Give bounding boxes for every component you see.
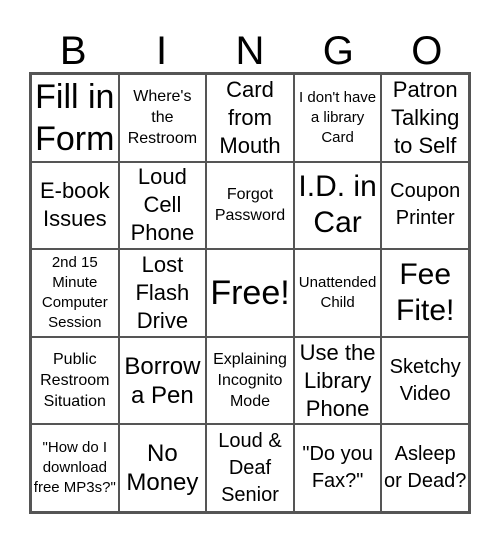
bingo-cell[interactable]: Where's the Restroom [118,74,207,162]
bingo-cell[interactable]: Fee Fite! [381,249,469,337]
bingo-cell[interactable]: "How do I download free MP3s?" [31,424,119,512]
bingo-cell[interactable]: Explaining Incognito Mode [206,336,294,425]
header-letter-n: N [235,29,265,73]
bingo-cell[interactable]: Borrow a Pen [118,336,207,425]
header-letter-b: B [59,29,87,73]
bingo-cell[interactable]: Sketchy Video [381,336,469,425]
header-letter-i: I [156,29,168,73]
bingo-card-grid: Fill in Form Where's the Restroom Card f… [29,72,471,514]
bingo-cell[interactable]: I.D. in Car [293,161,382,250]
bingo-cell[interactable]: Asleep or Dead? [381,424,469,512]
bingo-cell[interactable]: No Money [118,424,207,512]
bingo-cell[interactable]: Loud Cell Phone [118,161,207,250]
bingo-cell[interactable]: Use the Library Phone [293,336,382,425]
header-letter-o: O [411,29,443,73]
bingo-cell[interactable]: I don't have a library Card [293,74,382,162]
bingo-cell[interactable]: Fill in Form [31,74,119,162]
bingo-cell[interactable]: Public Restroom Situation [31,336,119,425]
bingo-cell[interactable]: 2nd 15 Minute Computer Session [31,249,119,337]
bingo-cell[interactable]: Unattended Child [293,249,382,337]
bingo-cell[interactable]: Coupon Printer [381,161,469,250]
bingo-cell[interactable]: Patron Talking to Self [381,74,469,162]
header-letter-g: G [322,29,354,73]
bingo-cell[interactable]: Lost Flash Drive [118,249,207,337]
bingo-cell[interactable]: Forgot Password [206,161,294,250]
bingo-cell[interactable]: Card from Mouth [206,74,294,162]
bingo-cell[interactable]: E-book Issues [31,161,119,250]
bingo-cell[interactable]: "Do you Fax?" [293,424,382,512]
bingo-cell-free-space[interactable]: Free! [206,249,294,337]
bingo-cell[interactable]: Loud & Deaf Senior [206,424,294,512]
bingo-header: B I N G O [29,30,471,72]
